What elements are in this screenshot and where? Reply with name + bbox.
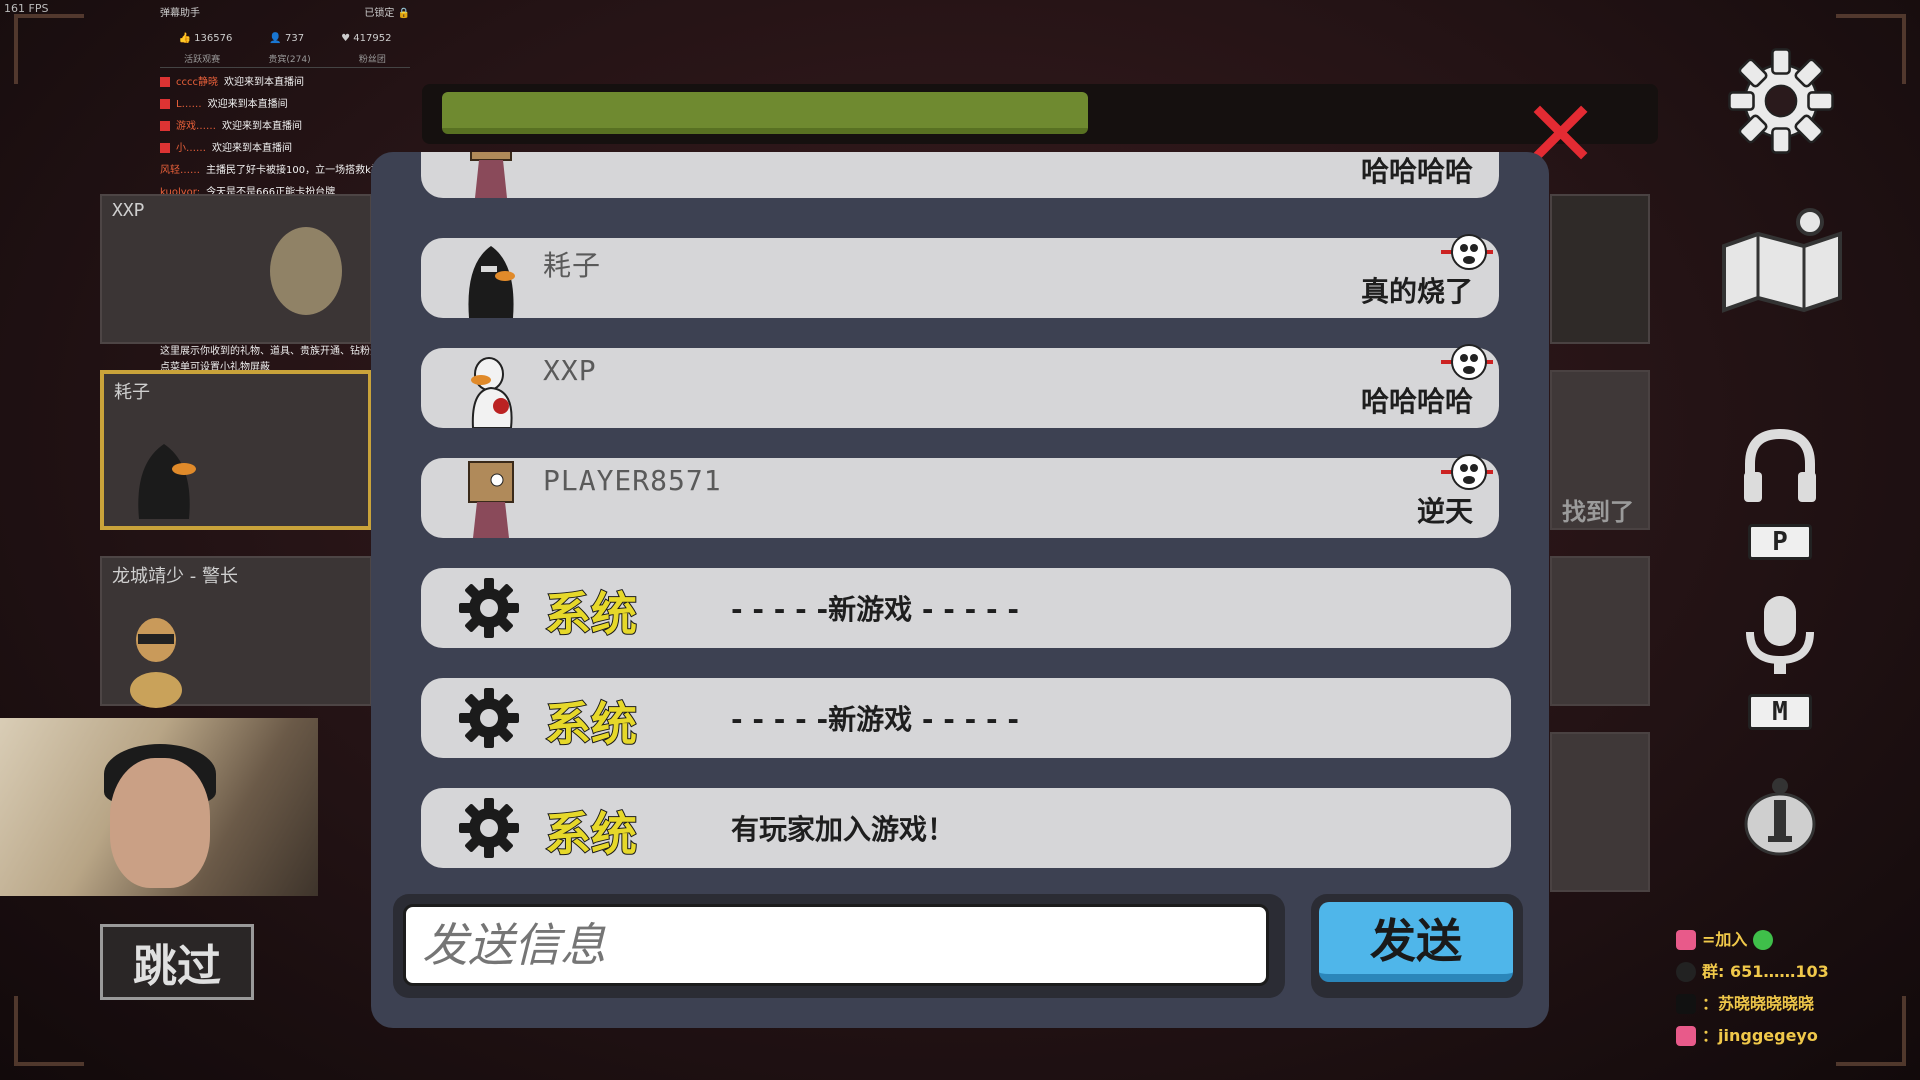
system-message: 系统 - - - - -新游戏 - - - - - <box>421 568 1511 648</box>
message-input[interactable] <box>403 904 1269 986</box>
chat-message: 耗子 真的烧了 <box>421 234 1499 318</box>
bg-panel-right-4 <box>1550 732 1650 892</box>
skip-button[interactable]: 跳过 <box>100 924 254 1000</box>
player-card-longcheng: 龙城靖少 - 警长 <box>100 556 372 708</box>
player-card-xxp: XXP <box>100 194 372 344</box>
level-badge-icon <box>160 143 170 153</box>
level-badge-icon <box>160 77 170 87</box>
stream-chat-line: 游戏…… 欢迎来到本直播间 <box>160 116 410 138</box>
system-message: 系统 - - - - -新游戏 - - - - - <box>421 678 1511 758</box>
white-goose-avatar-icon <box>471 357 513 428</box>
send-button[interactable]: 发送 <box>1319 902 1513 982</box>
message-input-wrap <box>393 894 1285 998</box>
goose-reaction-icon <box>1441 344 1493 380</box>
chat-message: XXP 哈哈哈哈 <box>421 344 1499 428</box>
viewers-count: 👤 737 <box>269 33 305 44</box>
frame-corner-top-right <box>1836 14 1906 84</box>
map-icon[interactable] <box>1714 206 1850 316</box>
douyin-icon <box>1676 994 1696 1014</box>
fps-counter: 161 FPS <box>4 2 49 15</box>
player-card-haozi: 耗子 <box>100 370 372 530</box>
duck-sheriff-icon <box>130 618 182 708</box>
group-icon <box>1676 930 1696 950</box>
wechat-icon <box>1753 930 1774 950</box>
mute-key: M <box>1748 694 1812 730</box>
hooded-goose-icon <box>138 444 196 519</box>
frame-corner-bottom-left <box>14 996 84 1066</box>
bg-panel-right-3 <box>1550 556 1650 706</box>
progress-fill <box>442 92 1088 134</box>
found-text: 找到了 <box>1562 498 1634 526</box>
bg-panel-right-1 <box>1550 194 1650 344</box>
qq-icon <box>1676 962 1696 982</box>
stream-header: 弹幕助手 已锁定 🔒 <box>160 4 410 19</box>
gear-icon <box>459 688 519 748</box>
send-button-wrap: 发送 <box>1311 894 1523 998</box>
microphone-icon[interactable] <box>1740 594 1820 678</box>
chat-modal: 哈哈哈哈 耗子 真的烧了 XXP 哈哈哈哈 PLAYER8571 逆天 系统 -… <box>371 152 1549 1028</box>
streamer-webcam <box>0 718 318 896</box>
goose-egg-icon <box>270 227 342 315</box>
box-goose-avatar-icon <box>470 152 512 198</box>
promo-row: 群: 651……103 <box>1676 956 1876 988</box>
level-badge-icon <box>160 121 170 131</box>
promo-row: ：苏晓晓晓晓晓 <box>1676 988 1876 1020</box>
gear-icon <box>459 578 519 638</box>
box-goose-avatar-icon <box>468 461 514 538</box>
gear-icon <box>459 798 519 858</box>
goose-reaction-icon <box>1441 234 1493 270</box>
stream-tab[interactable]: 贵宾(274) <box>268 52 310 65</box>
hooded-goose-avatar-icon <box>468 246 515 318</box>
chat-message: PLAYER8571 逆天 <box>421 454 1499 538</box>
message-list: 哈哈哈哈 耗子 真的烧了 XXP 哈哈哈哈 PLAYER8571 逆天 系统 -… <box>421 152 1511 872</box>
headphones-icon[interactable] <box>1740 428 1820 504</box>
chat-message: 哈哈哈哈 <box>421 152 1499 198</box>
lock-status: 已锁定 🔒 <box>364 8 410 19</box>
frame-corner-top-left <box>14 14 84 84</box>
lock-icon: 🔒 <box>397 8 410 19</box>
stream-promo: =加入 群: 651……103 ：苏晓晓晓晓晓 ：jinggegeyo <box>1676 924 1876 1052</box>
level-badge-icon <box>160 99 170 109</box>
goose-reaction-icon <box>1441 454 1493 490</box>
system-message: 系统 有玩家加入游戏！ <box>421 788 1511 868</box>
stream-chat-line: L…… 欢迎来到本直播间 <box>160 94 410 116</box>
stream-tab[interactable]: 活跃观赛 <box>184 52 220 65</box>
promo-row: ：jinggegeyo <box>1676 1020 1876 1052</box>
stream-tab[interactable]: 粉丝团 <box>359 52 386 65</box>
push-to-talk-key: P <box>1748 524 1812 560</box>
bilibili-icon <box>1676 1026 1696 1046</box>
hearts-count: ♥ 417952 <box>341 33 392 44</box>
stream-title: 弹幕助手 <box>160 8 200 19</box>
stream-chat-line: 小…… 欢迎来到本直播间 <box>160 138 410 160</box>
settings-gear-icon[interactable] <box>1726 46 1836 156</box>
stream-stats: 👍 136576 👤 737 ♥ 417952 <box>160 33 410 44</box>
likes-count: 👍 136576 <box>178 33 233 44</box>
stream-tabs: 活跃观赛 贵宾(274) 粉丝团 <box>160 52 410 68</box>
stream-chat-line: cccc静晓 欢迎来到本直播间 <box>160 72 410 94</box>
info-icon[interactable] <box>1742 772 1818 856</box>
promo-row: =加入 <box>1676 924 1876 956</box>
